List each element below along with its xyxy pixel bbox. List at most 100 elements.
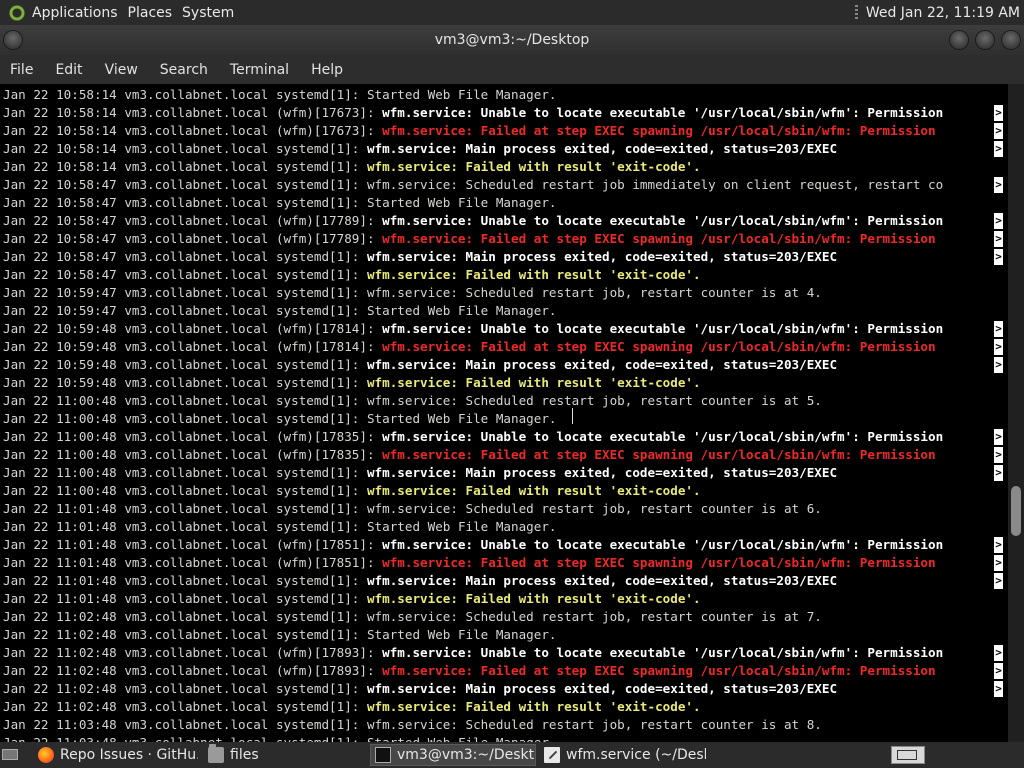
menu-search[interactable]: Search bbox=[149, 62, 219, 78]
line-truncation-marker: > bbox=[994, 555, 1003, 571]
log-prefix: Jan 22 11:02:48 vm3.collabnet.local syst… bbox=[3, 609, 367, 624]
log-prefix: Jan 22 10:58:47 vm3.collabnet.local syst… bbox=[3, 177, 367, 192]
maximize-button[interactable] bbox=[976, 31, 994, 49]
window-menu-button[interactable] bbox=[4, 31, 22, 49]
window-titlebar[interactable]: vm3@vm3:~/Desktop bbox=[0, 25, 1024, 55]
show-desktop-icon[interactable] bbox=[0, 747, 20, 763]
task-terminal[interactable]: vm3@vm3:~/Desktop bbox=[370, 744, 536, 766]
panel-menu-system[interactable]: System bbox=[182, 5, 244, 21]
log-line: Jan 22 11:00:48 vm3.collabnet.local (wfm… bbox=[3, 446, 1003, 464]
log-prefix: Jan 22 11:01:48 vm3.collabnet.local syst… bbox=[3, 573, 367, 588]
log-prefix: Jan 22 11:02:48 vm3.collabnet.local (wfm… bbox=[3, 645, 383, 660]
log-prefix: Jan 22 10:59:48 vm3.collabnet.local syst… bbox=[3, 357, 367, 372]
log-prefix: Jan 22 11:01:48 vm3.collabnet.local syst… bbox=[3, 591, 367, 606]
log-prefix: Jan 22 11:01:48 vm3.collabnet.local syst… bbox=[3, 501, 367, 516]
line-truncation-marker: > bbox=[994, 339, 1003, 355]
log-message: wfm.service: Failed with result 'exit-co… bbox=[366, 483, 701, 498]
log-message: wfm.service: Unable to locate executable… bbox=[382, 645, 944, 660]
log-message: wfm.service: Scheduled restart job, rest… bbox=[366, 393, 822, 408]
log-message: wfm.service: Unable to locate executable… bbox=[382, 429, 944, 444]
line-truncation-marker: > bbox=[994, 177, 1003, 193]
log-prefix: Jan 22 11:02:48 vm3.collabnet.local (wfm… bbox=[3, 663, 383, 678]
log-message: Started Web File Manager. bbox=[366, 195, 557, 210]
log-prefix: Jan 22 11:02:48 vm3.collabnet.local syst… bbox=[3, 699, 367, 714]
log-message: wfm.service: Failed at step EXEC spawnin… bbox=[382, 123, 944, 138]
text-editor-icon bbox=[544, 747, 560, 763]
log-line: Jan 22 10:58:14 vm3.collabnet.local (wfm… bbox=[3, 122, 1003, 140]
scrollbar-thumb[interactable] bbox=[1011, 486, 1021, 536]
panel-drag-handle-icon[interactable] bbox=[854, 4, 858, 21]
log-message: wfm.service: Main process exited, code=e… bbox=[366, 249, 838, 264]
terminal-icon bbox=[375, 747, 391, 763]
log-message: wfm.service: Unable to locate executable… bbox=[382, 537, 944, 552]
log-line: Jan 22 10:58:14 vm3.collabnet.local syst… bbox=[3, 140, 1003, 158]
window-title: vm3@vm3:~/Desktop bbox=[434, 32, 590, 48]
log-message: Started Web File Manager. bbox=[366, 519, 557, 534]
log-line: Jan 22 11:02:48 vm3.collabnet.local syst… bbox=[3, 626, 1003, 644]
folder-icon bbox=[208, 744, 224, 763]
log-line: Jan 22 10:58:47 vm3.collabnet.local syst… bbox=[3, 266, 1003, 284]
line-truncation-marker: > bbox=[994, 231, 1003, 247]
task-text-editor[interactable]: wfm.service (~/Desk... bbox=[540, 744, 706, 766]
menu-help[interactable]: Help bbox=[300, 62, 354, 78]
menu-file[interactable]: File bbox=[0, 62, 44, 78]
log-line: Jan 22 11:00:48 vm3.collabnet.local (wfm… bbox=[3, 428, 1003, 446]
log-line: Jan 22 11:02:48 vm3.collabnet.local (wfm… bbox=[3, 644, 1003, 662]
log-message: wfm.service: Scheduled restart job, rest… bbox=[366, 609, 822, 624]
menu-terminal[interactable]: Terminal bbox=[219, 62, 300, 78]
log-message: wfm.service: Failed at step EXEC spawnin… bbox=[382, 447, 944, 462]
log-prefix: Jan 22 10:58:14 vm3.collabnet.local syst… bbox=[3, 141, 367, 156]
log-message: wfm.service: Main process exited, code=e… bbox=[366, 573, 838, 588]
terminal-output[interactable]: Jan 22 10:58:14 vm3.collabnet.local syst… bbox=[0, 84, 1008, 742]
line-truncation-marker: > bbox=[994, 447, 1003, 463]
menu-edit[interactable]: Edit bbox=[44, 62, 93, 78]
log-line: Jan 22 10:58:47 vm3.collabnet.local syst… bbox=[3, 194, 1003, 212]
log-prefix: Jan 22 11:02:48 vm3.collabnet.local syst… bbox=[3, 627, 367, 642]
task-firefox[interactable]: Repo Issues · GitHu... bbox=[34, 744, 198, 766]
log-line: Jan 22 11:02:48 vm3.collabnet.local syst… bbox=[3, 698, 1003, 716]
line-truncation-marker: > bbox=[994, 681, 1003, 697]
line-truncation-marker: > bbox=[994, 429, 1003, 445]
log-prefix: Jan 22 10:59:47 vm3.collabnet.local syst… bbox=[3, 285, 367, 300]
log-prefix: Jan 22 11:03:48 vm3.collabnet.local syst… bbox=[3, 717, 367, 732]
log-line: Jan 22 10:58:14 vm3.collabnet.local syst… bbox=[3, 158, 1003, 176]
log-prefix: Jan 22 10:58:47 vm3.collabnet.local syst… bbox=[3, 195, 367, 210]
menu-view[interactable]: View bbox=[94, 62, 149, 78]
log-line: Jan 22 10:58:14 vm3.collabnet.local syst… bbox=[3, 86, 1003, 104]
log-prefix: Jan 22 10:59:48 vm3.collabnet.local (wfm… bbox=[3, 321, 383, 336]
log-prefix: Jan 22 11:00:48 vm3.collabnet.local syst… bbox=[3, 483, 367, 498]
log-line: Jan 22 11:01:48 vm3.collabnet.local (wfm… bbox=[3, 554, 1003, 572]
distro-logo-icon[interactable] bbox=[8, 3, 26, 22]
close-button[interactable] bbox=[1002, 31, 1020, 49]
terminal-scrollbar[interactable] bbox=[1008, 84, 1024, 742]
log-line: Jan 22 10:58:47 vm3.collabnet.local (wfm… bbox=[3, 212, 1003, 230]
log-prefix: Jan 22 10:58:47 vm3.collabnet.local syst… bbox=[3, 249, 367, 264]
log-prefix: Jan 22 10:58:14 vm3.collabnet.local syst… bbox=[3, 87, 367, 102]
log-line: Jan 22 11:02:48 vm3.collabnet.local syst… bbox=[3, 608, 1003, 626]
line-truncation-marker: > bbox=[994, 105, 1003, 121]
log-prefix: Jan 22 10:59:47 vm3.collabnet.local syst… bbox=[3, 303, 367, 318]
workspace-switcher-icon[interactable] bbox=[891, 746, 925, 764]
panel-menu-places[interactable]: Places bbox=[128, 5, 183, 21]
log-message: wfm.service: Scheduled restart job, rest… bbox=[366, 285, 822, 300]
minimize-button[interactable] bbox=[950, 31, 968, 49]
text-cursor-icon bbox=[569, 408, 577, 424]
line-truncation-marker: > bbox=[994, 321, 1003, 337]
bottom-taskbar: Repo Issues · GitHu... files vm3@vm3:~/D… bbox=[0, 742, 1024, 768]
log-message: Started Web File Manager. bbox=[366, 627, 557, 642]
task-files[interactable]: files bbox=[204, 744, 364, 766]
log-prefix: Jan 22 11:00:48 vm3.collabnet.local syst… bbox=[3, 393, 367, 408]
log-line: Jan 22 11:01:48 vm3.collabnet.local syst… bbox=[3, 590, 1003, 608]
log-prefix: Jan 22 11:01:48 vm3.collabnet.local (wfm… bbox=[3, 537, 383, 552]
log-line: Jan 22 11:01:48 vm3.collabnet.local syst… bbox=[3, 572, 1003, 590]
log-message: wfm.service: Main process exited, code=e… bbox=[366, 681, 838, 696]
log-line: Jan 22 10:58:47 vm3.collabnet.local (wfm… bbox=[3, 230, 1003, 248]
top-panel: Applications Places System Wed Jan 22, 1… bbox=[0, 0, 1024, 25]
log-message: wfm.service: Main process exited, code=e… bbox=[366, 465, 838, 480]
task-label: files bbox=[230, 747, 259, 763]
log-line: Jan 22 11:03:48 vm3.collabnet.local syst… bbox=[3, 716, 1003, 734]
log-prefix: Jan 22 10:59:48 vm3.collabnet.local syst… bbox=[3, 375, 367, 390]
line-truncation-marker: > bbox=[994, 141, 1003, 157]
panel-clock[interactable]: Wed Jan 22, 11:19 AM bbox=[866, 5, 1024, 21]
panel-menu-applications[interactable]: Applications bbox=[32, 5, 128, 21]
